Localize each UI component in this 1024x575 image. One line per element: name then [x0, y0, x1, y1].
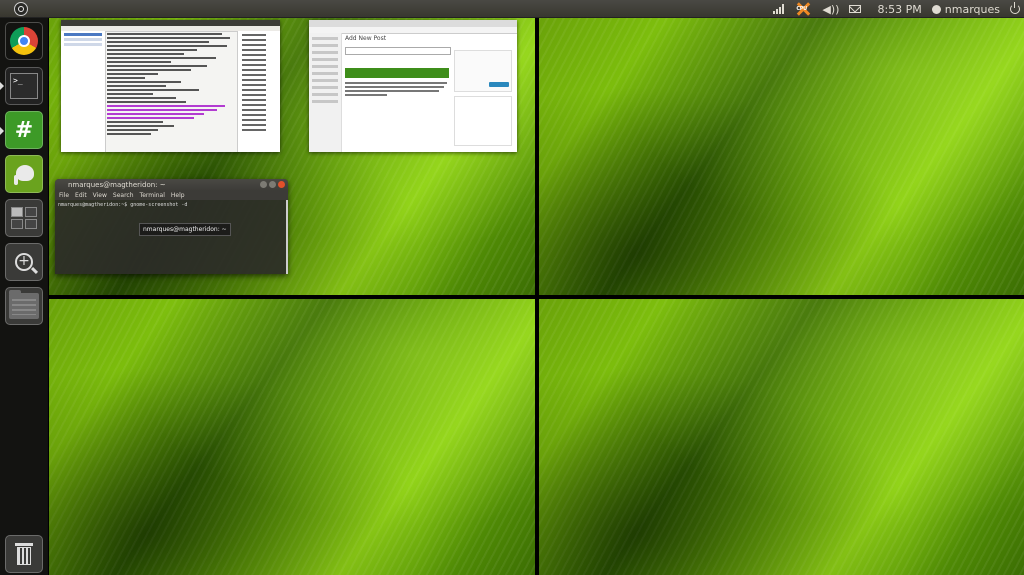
network-indicator[interactable]: [773, 0, 785, 18]
user-menu[interactable]: nmarques: [931, 0, 1000, 18]
terminal-titlebar[interactable]: nmarques@magtheridon: ~: [55, 179, 288, 191]
launcher-trash[interactable]: [5, 535, 43, 573]
launcher-pgadmin[interactable]: [5, 155, 43, 193]
workspace-4[interactable]: [539, 299, 1024, 575]
editor-outline-panel: [237, 31, 280, 152]
terminal-title: nmarques@magtheridon: ~: [68, 181, 166, 189]
cpu-load-icon: CPU: [794, 2, 812, 16]
cpu-label: CPU: [796, 6, 807, 12]
session-menu[interactable]: [1010, 0, 1020, 18]
maximize-button[interactable]: [269, 181, 276, 188]
minimize-button[interactable]: [260, 181, 267, 188]
clock[interactable]: 8:53 PM: [877, 0, 921, 18]
menu-view[interactable]: View: [93, 191, 107, 200]
folder-icon: [9, 290, 39, 319]
menu-terminal[interactable]: Terminal: [140, 191, 165, 200]
terminal-output[interactable]: nmarques@magtheridon:~$ gnome-screenshot…: [55, 200, 288, 210]
workspaces-icon: [11, 207, 37, 229]
launcher-workspaces[interactable]: [5, 199, 43, 237]
terminal-window[interactable]: nmarques@magtheridon: ~ File Edit View S…: [55, 179, 288, 274]
window-title-tooltip: nmarques@magtheridon: ~: [139, 223, 231, 236]
window-thumbnail-browser[interactable]: Add New Post: [309, 20, 517, 152]
post-toolbar: [345, 68, 449, 78]
chrome-icon: [10, 27, 38, 55]
workspace-3[interactable]: [49, 299, 535, 575]
username: nmarques: [944, 2, 1000, 16]
menu-file[interactable]: File: [59, 191, 69, 200]
top-panel: CPU ◀)) 8:53 PM nmarques: [0, 0, 1024, 18]
launcher: >_ # +: [0, 18, 48, 575]
launcher-hashtag[interactable]: #: [5, 111, 43, 149]
publish-button-thumb: [489, 82, 509, 87]
desktop: CPU ◀)) 8:53 PM nmarques >_ # + Add New …: [0, 0, 1024, 575]
hash-icon: #: [14, 117, 34, 143]
volume-icon[interactable]: ◀)): [822, 0, 839, 18]
menu-help[interactable]: Help: [171, 191, 185, 200]
launcher-chrome[interactable]: [5, 22, 43, 60]
messaging-indicator[interactable]: [849, 0, 862, 18]
indicator-area: CPU ◀)) 8:53 PM nmarques: [773, 0, 1020, 18]
categories-box: [454, 96, 512, 146]
elephant-icon: [10, 161, 38, 187]
launcher-magnifier[interactable]: +: [5, 243, 43, 281]
workspace-1[interactable]: Add New Post nmarques@magtheridon: ~ Fil…: [49, 18, 535, 295]
workspace-2[interactable]: [539, 18, 1024, 295]
terminal-scrollbar[interactable]: [286, 200, 288, 274]
trash-icon: [15, 543, 33, 565]
editor-code-area: [107, 33, 235, 148]
launcher-terminal[interactable]: >_: [5, 67, 43, 105]
terminal-menubar: File Edit View Search Terminal Help: [55, 191, 288, 200]
launcher-files[interactable]: [5, 287, 43, 325]
running-indicator: [0, 127, 4, 135]
cpu-indicator[interactable]: CPU: [794, 0, 812, 18]
post-title-field: [345, 47, 451, 55]
editor-file-list: [61, 31, 106, 152]
terminal-icon: >_: [10, 73, 38, 99]
running-indicator: [0, 82, 4, 90]
user-icon: [931, 4, 941, 14]
close-button[interactable]: [278, 181, 285, 188]
signal-bars-icon: [773, 4, 785, 14]
browser-admin-sidebar: [309, 33, 342, 152]
post-body: [345, 82, 449, 98]
power-icon: [1010, 2, 1020, 14]
window-thumbnail-text-editor[interactable]: [61, 20, 280, 152]
menu-search[interactable]: Search: [113, 191, 134, 200]
zoom-icon: +: [15, 253, 33, 271]
dash-home-icon[interactable]: [14, 2, 28, 16]
menu-edit[interactable]: Edit: [75, 191, 87, 200]
mail-icon: [849, 5, 862, 13]
post-editor-heading: Add New Post: [345, 35, 387, 42]
